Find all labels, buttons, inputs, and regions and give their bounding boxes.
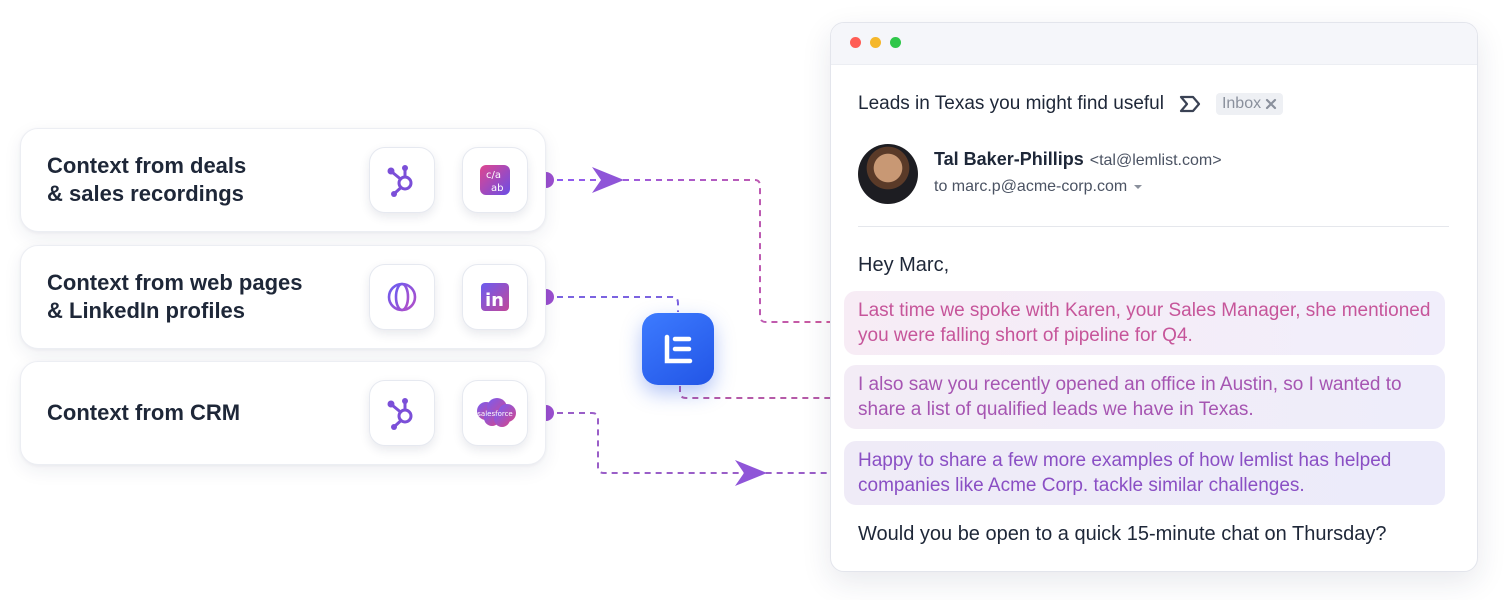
subject-row: Leads in Texas you might find useful Inb… — [858, 93, 1284, 115]
email-greeting: Hey Marc, — [858, 254, 950, 276]
avatar — [858, 144, 918, 204]
close-window-button[interactable] — [850, 37, 861, 48]
svg-text:ab: ab — [491, 183, 503, 194]
arrow-icon — [592, 167, 624, 193]
important-marker-icon[interactable] — [1178, 94, 1202, 114]
email-closing: Would you be open to a quick 15-minute c… — [858, 523, 1387, 545]
context-card-deals: Context from deals & sales recordings c/… — [20, 128, 546, 232]
maximize-window-button[interactable] — [890, 37, 901, 48]
hubspot-icon — [369, 147, 435, 213]
connector-web — [546, 296, 679, 312]
lemlist-logo-icon — [664, 334, 693, 364]
linkedin-logo-text: in — [485, 290, 504, 311]
recipient-row[interactable]: to marc.p@acme-corp.com — [934, 178, 1143, 196]
globe-icon — [369, 264, 435, 330]
email-window: Leads in Texas you might find useful Inb… — [830, 22, 1478, 572]
linkedin-icon: in — [462, 264, 528, 330]
highlighted-paragraph-2: I also saw you recently opened an office… — [844, 365, 1445, 429]
sender-row: Tal Baker-Phillips <tal@lemlist.com> — [934, 149, 1222, 170]
context-card-label: Context from web pages & LinkedIn profil… — [47, 270, 303, 323]
highlighted-paragraph-1: Last time we spoke with Karen, your Sale… — [844, 291, 1445, 355]
connector-crm — [546, 412, 842, 474]
sender-email: <tal@lemlist.com> — [1089, 152, 1222, 169]
context-card-label: Context from CRM — [47, 400, 241, 425]
chevron-down-icon[interactable] — [1133, 184, 1143, 190]
remove-label-icon[interactable] — [1265, 98, 1277, 110]
translate-icon: c/a ab — [462, 147, 528, 213]
inbox-label-text: Inbox — [1221, 95, 1262, 112]
salesforce-logo-text: salesforce — [477, 410, 512, 418]
svg-text:c/a: c/a — [486, 170, 501, 181]
hubspot-icon — [369, 380, 435, 446]
lemlist-logo — [642, 313, 714, 385]
minimize-window-button[interactable] — [870, 37, 881, 48]
highlighted-paragraph-3: Happy to share a few more examples of ho… — [844, 441, 1445, 505]
context-card-web: Context from web pages & LinkedIn profil… — [20, 245, 546, 349]
sender-name: Tal Baker-Phillips — [934, 149, 1084, 169]
email-subject: Leads in Texas you might find useful — [858, 93, 1164, 114]
context-card-label: Context from deals & sales recordings — [47, 153, 247, 206]
context-card-crm: Context from CRM salesforce — [20, 361, 546, 465]
salesforce-icon: salesforce — [462, 380, 528, 446]
window-titlebar — [831, 23, 1477, 65]
connector-deals — [546, 179, 842, 323]
connector-logo-email — [679, 386, 842, 399]
inbox-label: Inbox — [1215, 93, 1284, 115]
recipient-text: to marc.p@acme-corp.com — [934, 178, 1128, 195]
divider — [858, 226, 1449, 227]
arrow-icon — [735, 460, 767, 486]
stage: Context from deals & sales recordings c/… — [0, 0, 1504, 600]
